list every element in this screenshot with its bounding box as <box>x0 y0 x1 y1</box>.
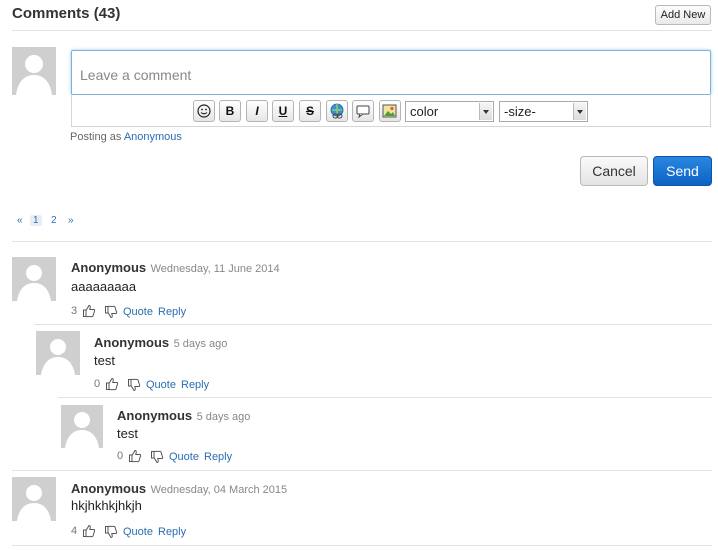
comment-text: test <box>117 426 138 441</box>
cancel-button[interactable]: Cancel <box>580 156 648 186</box>
quote-link[interactable]: Quote <box>169 451 199 463</box>
comment-text: hkjhkhkjhkjh <box>71 498 142 513</box>
comment-divider <box>12 470 712 471</box>
comment-date: 5 days ago <box>173 338 228 350</box>
smiley-icon <box>197 104 211 118</box>
comment-text: test <box>94 353 115 368</box>
add-new-button[interactable]: Add New <box>655 5 711 25</box>
quote-link[interactable]: Quote <box>146 379 176 391</box>
list-divider <box>12 241 712 242</box>
comment-date: 5 days ago <box>196 411 251 423</box>
thumbs-up-icon[interactable] <box>82 304 96 318</box>
comment-author[interactable]: Anonymous <box>117 408 192 423</box>
reply-link[interactable]: Reply <box>204 451 232 463</box>
send-button[interactable]: Send <box>653 156 712 186</box>
avatar <box>12 477 56 521</box>
user-silhouette-icon <box>36 331 80 375</box>
reply-link[interactable]: Reply <box>158 526 186 538</box>
comment-header: Anonymous 5 days ago <box>94 334 227 352</box>
thumbs-down-icon[interactable] <box>104 525 118 539</box>
chevron-down-icon <box>479 103 492 120</box>
thumbs-down-icon[interactable] <box>150 450 164 464</box>
comment-input[interactable] <box>78 57 702 93</box>
comment-text: aaaaaaaaa <box>71 279 137 294</box>
pagination-page-2[interactable]: 2 <box>51 215 57 226</box>
thumbs-up-icon[interactable] <box>105 377 119 391</box>
comment-author[interactable]: Anonymous <box>94 335 169 350</box>
quote-link[interactable]: Quote <box>123 526 153 538</box>
reply-link[interactable]: Reply <box>181 379 209 391</box>
underline-button[interactable]: U <box>272 100 294 122</box>
image-icon <box>382 104 397 118</box>
link-icon <box>330 103 344 119</box>
size-select-value: -size- <box>504 104 536 119</box>
pagination-next[interactable]: » <box>68 215 74 226</box>
user-silhouette-icon <box>12 47 56 95</box>
comment-date: Wednesday, 11 June 2014 <box>150 263 280 275</box>
comment-header: Anonymous Wednesday, 11 June 2014 <box>71 259 280 277</box>
thumbs-down-icon[interactable] <box>104 305 118 319</box>
reply-link[interactable]: Reply <box>158 306 186 318</box>
comment-divider <box>58 397 712 398</box>
color-select[interactable]: color <box>405 101 494 122</box>
posting-as-user-link[interactable]: Anonymous <box>124 131 182 143</box>
posting-as-prefix: Posting as <box>70 131 122 143</box>
comment-votes: 4 <box>71 525 78 537</box>
avatar <box>12 257 56 301</box>
comment-divider <box>34 324 712 325</box>
smiley-button[interactable] <box>193 100 215 122</box>
comment-header: Anonymous 5 days ago <box>117 407 250 425</box>
comment-votes: 0 <box>94 378 101 390</box>
chevron-down-icon <box>573 103 586 120</box>
image-button[interactable] <box>379 100 401 122</box>
link-button[interactable] <box>326 100 348 122</box>
comment-date: Wednesday, 04 March 2015 <box>150 484 288 496</box>
avatar <box>61 405 103 448</box>
comment-box[interactable] <box>71 50 711 95</box>
quote-button[interactable] <box>352 100 374 122</box>
avatar <box>36 331 80 375</box>
user-silhouette-icon <box>12 257 56 301</box>
comments-count: (43) <box>93 5 121 22</box>
comment-votes: 3 <box>71 305 78 317</box>
comment-author[interactable]: Anonymous <box>71 260 146 275</box>
pagination-prev[interactable]: « <box>17 215 23 226</box>
current-user-avatar <box>12 47 56 95</box>
header-divider <box>12 30 712 31</box>
posting-as: Posting as Anonymous <box>70 131 182 143</box>
pagination-page-1[interactable]: 1 <box>30 215 42 226</box>
quote-link[interactable]: Quote <box>123 306 153 318</box>
strikethrough-button[interactable]: S <box>299 100 321 122</box>
comment-divider <box>12 545 712 546</box>
user-silhouette-icon <box>61 405 103 448</box>
italic-button[interactable]: I <box>246 100 268 122</box>
thumbs-up-icon[interactable] <box>82 524 96 538</box>
comment-header: Anonymous Wednesday, 04 March 2015 <box>71 480 287 498</box>
bold-button[interactable]: B <box>219 100 241 122</box>
comment-author[interactable]: Anonymous <box>71 481 146 496</box>
comment-votes: 0 <box>117 450 124 462</box>
color-select-value: color <box>410 104 439 119</box>
user-silhouette-icon <box>12 477 56 521</box>
comments-title: Comments (43) <box>12 5 120 22</box>
quote-icon <box>356 105 370 119</box>
thumbs-up-icon[interactable] <box>128 449 142 463</box>
size-select[interactable]: -size- <box>499 101 588 122</box>
comments-title-text: Comments <box>12 5 90 22</box>
thumbs-down-icon[interactable] <box>127 378 141 392</box>
